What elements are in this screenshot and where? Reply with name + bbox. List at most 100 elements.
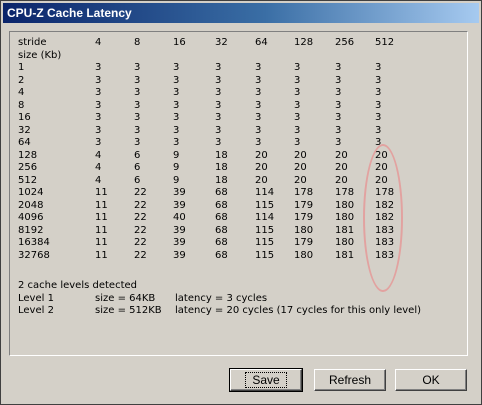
latency-cell: 3 <box>95 62 102 73</box>
latency-cell: 11 <box>95 237 108 248</box>
detected-text: 2 cache levels detected <box>18 280 137 291</box>
latency-cell: 3 <box>173 87 180 98</box>
latency-cell: 3 <box>255 87 262 98</box>
latency-cell: 3 <box>255 112 262 123</box>
latency-cell: 3 <box>215 87 222 98</box>
level-latency: latency = 20 cycles (17 cycles for this … <box>175 305 422 316</box>
latency-cell: 39 <box>173 199 186 211</box>
latency-cell: 180 <box>294 249 314 261</box>
latency-cell: 68 <box>215 237 228 248</box>
size-cell: 2048 <box>18 199 44 211</box>
latency-cell: 22 <box>134 224 147 236</box>
latency-cell: 3 <box>294 62 301 73</box>
latency-cell: 179 <box>294 212 314 223</box>
latency-cell: 178 <box>294 187 314 198</box>
latency-cell: 3 <box>95 74 102 86</box>
latency-cell: 20 <box>255 149 268 161</box>
latency-cell: 3 <box>335 74 342 86</box>
level-size: size = 64KB <box>95 292 156 304</box>
latency-cell: 20 <box>335 149 348 161</box>
highlight-ellipse <box>363 144 403 292</box>
latency-cell: 3 <box>215 124 222 136</box>
latency-cell: 22 <box>134 199 147 211</box>
latency-cell: 6 <box>134 162 141 173</box>
latency-cell: 9 <box>173 174 180 186</box>
latency-cell: 3 <box>134 99 141 111</box>
size-cell: 8192 <box>18 224 44 236</box>
latency-cell: 181 <box>335 224 355 236</box>
latency-cell: 3 <box>294 112 301 123</box>
latency-cell: 3 <box>375 87 382 98</box>
latency-cell: 3 <box>134 62 141 73</box>
latency-cell: 3 <box>255 124 262 136</box>
size-cell: 128 <box>18 149 38 161</box>
latency-cell: 3 <box>335 112 342 123</box>
latency-cell: 114 <box>255 212 275 223</box>
level-name: Level 2 <box>18 305 54 316</box>
size-cell: 32768 <box>18 249 50 261</box>
size-cell: 512 <box>18 174 38 186</box>
latency-cell: 181 <box>335 249 355 261</box>
latency-cell: 180 <box>335 237 355 248</box>
latency-cell: 3 <box>95 87 102 98</box>
latency-cell: 115 <box>255 249 275 261</box>
latency-cell: 9 <box>173 149 180 161</box>
latency-cell: 3 <box>134 137 141 148</box>
latency-cell: 3 <box>375 112 382 123</box>
latency-cell: 39 <box>173 224 186 236</box>
size-cell: 8 <box>18 99 25 111</box>
latency-cell: 3 <box>95 99 102 111</box>
latency-cell: 3 <box>294 99 301 111</box>
latency-cell: 20 <box>255 162 268 173</box>
latency-cell: 18 <box>215 162 228 173</box>
size-cell: 2 <box>18 74 25 86</box>
latency-cell: 3 <box>375 62 382 73</box>
size-cell: 32 <box>18 124 31 136</box>
level-size: size = 512KB <box>95 305 162 316</box>
latency-cell: 39 <box>173 249 186 261</box>
latency-cell: 3 <box>375 124 382 136</box>
refresh-button[interactable]: Refresh <box>314 369 386 391</box>
latency-cell: 3 <box>134 74 141 86</box>
level-latency: latency = 3 cycles <box>175 292 268 304</box>
latency-cell: 3 <box>95 137 102 148</box>
size-cell: 64 <box>18 137 31 148</box>
latency-cell: 3 <box>173 74 180 86</box>
stride-header: 8 <box>134 37 141 48</box>
latency-cell: 115 <box>255 237 275 248</box>
stride-header: 512 <box>375 37 395 48</box>
latency-cell: 3 <box>134 87 141 98</box>
latency-cell: 3 <box>255 137 262 148</box>
latency-cell: 3 <box>173 62 180 73</box>
latency-cell: 180 <box>335 212 355 223</box>
latency-cell: 3 <box>294 74 301 86</box>
latency-cell: 6 <box>134 174 141 186</box>
latency-cell: 3 <box>215 112 222 123</box>
latency-cell: 3 <box>95 124 102 136</box>
size-cell: 16 <box>18 112 31 123</box>
size-cell: 16384 <box>18 237 50 248</box>
latency-cell: 3 <box>215 137 222 148</box>
latency-cell: 20 <box>335 174 348 186</box>
latency-cell: 3 <box>173 112 180 123</box>
cache-latency-window: CPU-Z Cache Latency stride 4 8 16 32 64 … <box>0 0 482 405</box>
latency-cell: 18 <box>215 149 228 161</box>
latency-cell: 3 <box>173 99 180 111</box>
latency-cell: 18 <box>215 174 228 186</box>
latency-cell: 4 <box>95 174 102 186</box>
latency-cell: 39 <box>173 237 186 248</box>
latency-cell: 39 <box>173 187 186 198</box>
latency-cell: 3 <box>95 112 102 123</box>
latency-cell: 3 <box>215 99 222 111</box>
latency-cell: 3 <box>255 62 262 73</box>
latency-cell: 3 <box>335 62 342 73</box>
latency-cell: 3 <box>294 137 301 148</box>
latency-cell: 11 <box>95 187 108 198</box>
ok-button[interactable]: OK <box>395 369 467 391</box>
latency-cell: 22 <box>134 249 147 261</box>
size-label: size (Kb) <box>18 49 62 61</box>
latency-cell: 180 <box>335 199 355 211</box>
latency-cell: 11 <box>95 224 108 236</box>
latency-cell: 11 <box>95 199 108 211</box>
save-button[interactable]: Save <box>229 368 303 392</box>
